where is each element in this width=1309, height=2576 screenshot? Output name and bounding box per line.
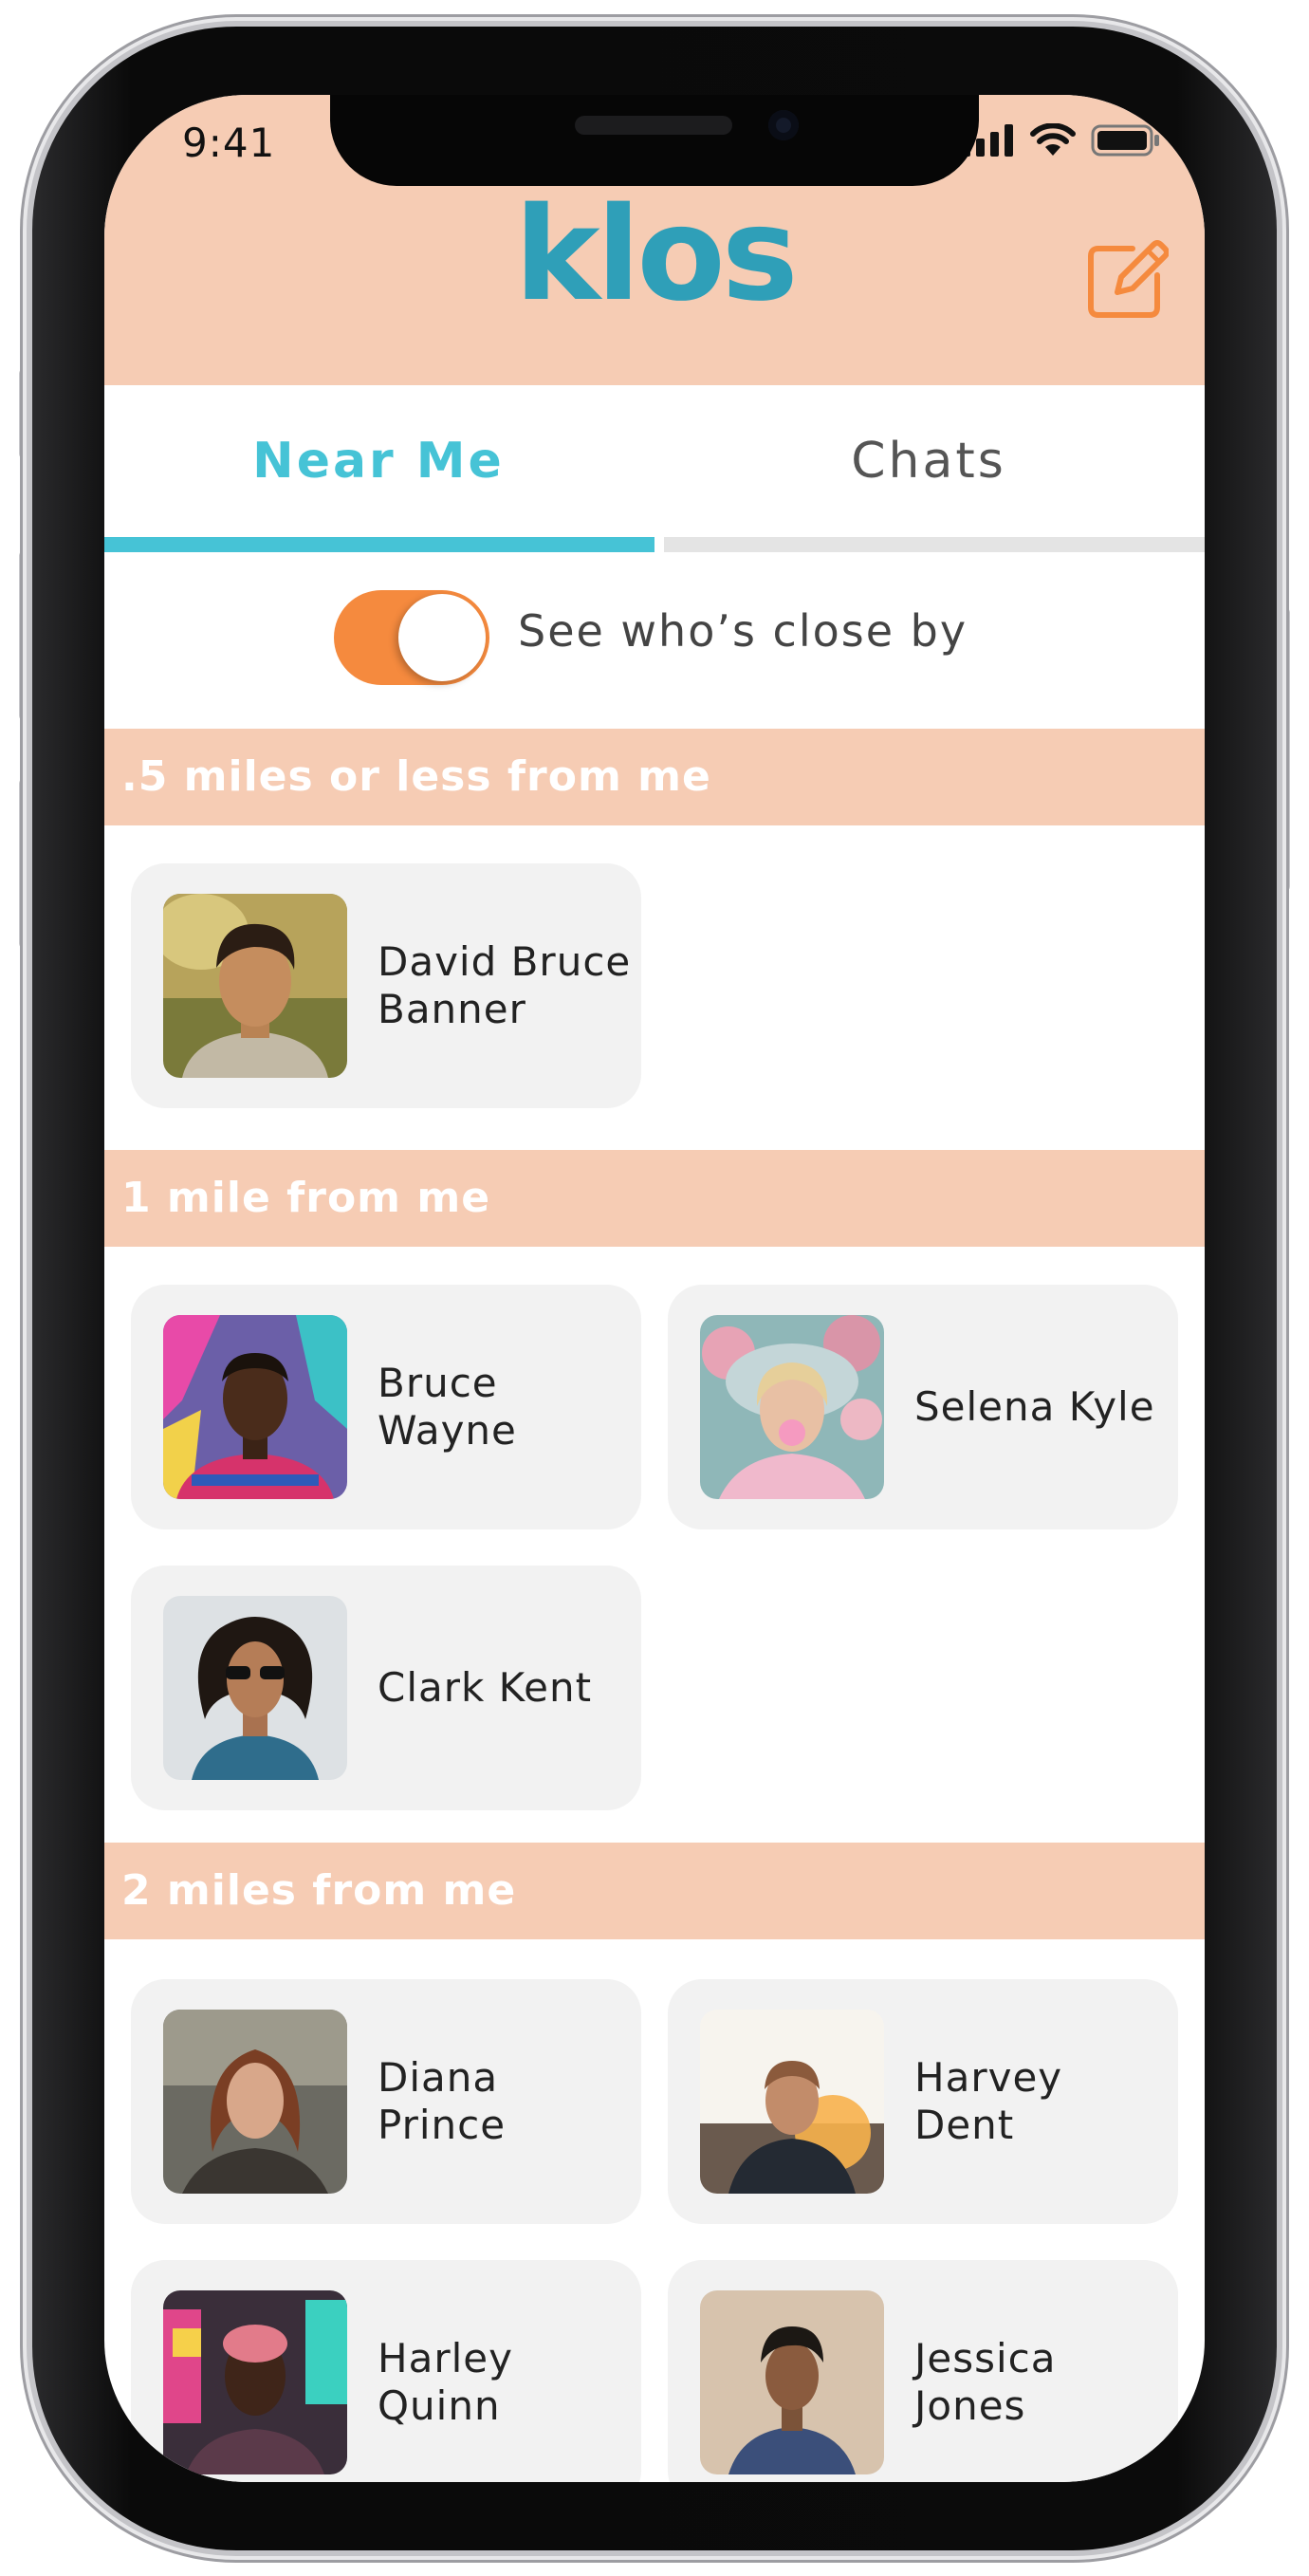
phone-frame: 9:41 klos Near Me Chats See who’s close … (32, 27, 1277, 2550)
avatar (700, 2290, 884, 2474)
speaker (575, 116, 732, 135)
volume-up-button[interactable] (19, 550, 32, 721)
person-card[interactable]: David Bruce Banner (131, 863, 641, 1108)
person-card[interactable]: Diana Prince (131, 1979, 641, 2224)
tab-near-me[interactable]: Near Me (104, 385, 653, 537)
avatar (700, 2010, 884, 2194)
camera-icon (768, 110, 799, 140)
notch (330, 95, 979, 186)
avatar (163, 894, 347, 1078)
person-name: Jessica Jones (914, 2335, 1057, 2429)
person-card[interactable]: Clark Kent (131, 1566, 641, 1810)
avatar (163, 1315, 347, 1499)
person-name: Clark Kent (378, 1664, 593, 1712)
power-button[interactable] (1277, 607, 1290, 892)
volume-down-button[interactable] (19, 778, 32, 949)
person-name: Harley Quinn (378, 2335, 513, 2429)
avatar (163, 2290, 347, 2474)
status-icons (962, 123, 1161, 158)
person-name: Diana Prince (378, 2054, 507, 2148)
tab-chats[interactable]: Chats (654, 385, 1203, 537)
compose-icon[interactable] (1085, 237, 1169, 321)
avatar (163, 2010, 347, 2194)
proximity-toggle-row: See who’s close by (104, 552, 1205, 729)
person-name: David Bruce Banner (378, 938, 632, 1032)
person-card[interactable]: Harvey Dent (668, 1979, 1178, 2224)
wifi-icon (1030, 123, 1076, 156)
battery-icon (1091, 124, 1159, 157)
toggle-knob (398, 594, 486, 681)
section-header-two-miles: 2 miles from me (104, 1843, 1205, 1939)
app-screen: 9:41 klos Near Me Chats See who’s close … (104, 95, 1205, 2482)
silent-switch[interactable] (19, 368, 32, 459)
person-card[interactable]: Jessica Jones (668, 2260, 1178, 2482)
person-card[interactable]: Harley Quinn (131, 2260, 641, 2482)
person-name: Bruce Wayne (378, 1360, 517, 1454)
section-header-half-mile: .5 miles or less from me (104, 729, 1205, 825)
person-name: Selena Kyle (914, 1383, 1155, 1431)
person-card[interactable]: Bruce Wayne (131, 1285, 641, 1529)
avatar (700, 1315, 884, 1499)
proximity-toggle[interactable] (334, 590, 489, 685)
section-header-one-mile: 1 mile from me (104, 1150, 1205, 1247)
person-card[interactable]: Selena Kyle (668, 1285, 1178, 1529)
toggle-label: See who’s close by (518, 605, 968, 657)
app-logo: klos (514, 180, 798, 330)
status-time: 9:41 (182, 120, 276, 166)
person-name: Harvey Dent (914, 2054, 1063, 2148)
avatar (163, 1596, 347, 1780)
tab-bar: Near Me Chats (104, 385, 1205, 556)
